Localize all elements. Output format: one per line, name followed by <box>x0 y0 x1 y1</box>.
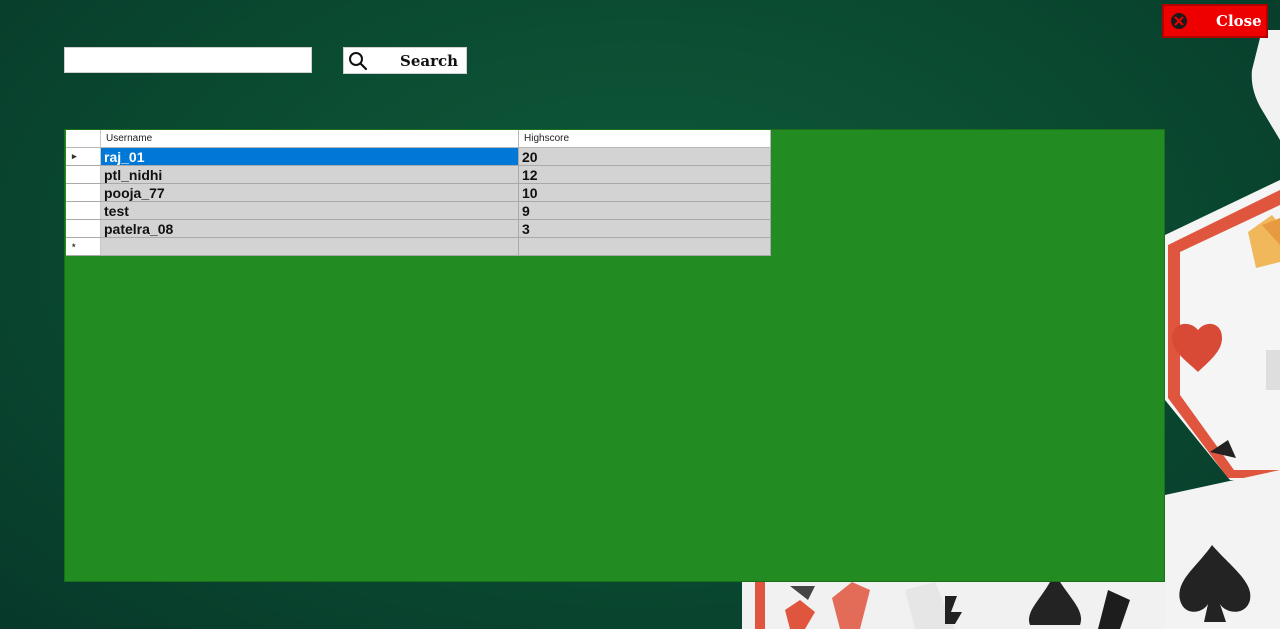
card-hearts-decor <box>1165 180 1280 480</box>
cell-username[interactable] <box>100 237 519 256</box>
current-row-indicator-icon: ▸ <box>72 151 77 161</box>
cell-username[interactable]: pooja_77 <box>100 183 519 202</box>
table-row[interactable]: test 9 <box>66 201 771 220</box>
cell-username[interactable]: test <box>100 201 519 220</box>
close-button-label: Close <box>1216 12 1262 30</box>
new-row-indicator-icon: * <box>72 241 76 252</box>
cell-highscore[interactable]: 12 <box>518 165 771 184</box>
row-header[interactable]: * <box>66 237 101 256</box>
table-row[interactable]: patelra_08 3 <box>66 219 771 238</box>
corner-header[interactable] <box>66 130 101 148</box>
cell-highscore[interactable]: 3 <box>518 219 771 238</box>
cell-username[interactable]: patelra_08 <box>100 219 519 238</box>
cell-username[interactable]: raj_01 <box>100 147 519 166</box>
card-spades-decor <box>1165 470 1280 629</box>
cell-highscore[interactable]: 9 <box>518 201 771 220</box>
new-row[interactable]: * <box>66 237 771 256</box>
column-header-highscore[interactable]: Highscore <box>518 130 771 148</box>
column-header-username[interactable]: Username <box>100 130 519 148</box>
cell-username[interactable]: ptl_nidhi <box>100 165 519 184</box>
highscore-grid-panel: Username Highscore ▸ raj_01 20 ptl_nidhi 12 p… <box>64 129 1165 582</box>
magnifier-icon <box>349 51 368 70</box>
row-header[interactable] <box>66 201 101 220</box>
card-bottom-decor <box>742 582 1165 629</box>
search-button-label: Search <box>400 51 459 70</box>
table-row[interactable]: ▸ raj_01 20 <box>66 147 771 166</box>
cell-highscore[interactable] <box>518 237 771 256</box>
close-circle-icon <box>1171 13 1187 29</box>
cell-highscore[interactable]: 10 <box>518 183 771 202</box>
close-button[interactable]: Close <box>1162 4 1268 38</box>
highscore-table: Username Highscore ▸ raj_01 20 ptl_nidhi 12 p… <box>66 130 771 256</box>
row-header[interactable] <box>66 219 101 238</box>
table-header-row: Username Highscore <box>66 130 771 148</box>
row-header[interactable] <box>66 183 101 202</box>
table-row[interactable]: ptl_nidhi 12 <box>66 165 771 184</box>
row-header[interactable]: ▸ <box>66 147 101 166</box>
row-header[interactable] <box>66 165 101 184</box>
search-button[interactable]: Search <box>343 47 467 74</box>
cell-highscore[interactable]: 20 <box>518 147 771 166</box>
table-row[interactable]: pooja_77 10 <box>66 183 771 202</box>
search-input[interactable] <box>64 47 312 73</box>
